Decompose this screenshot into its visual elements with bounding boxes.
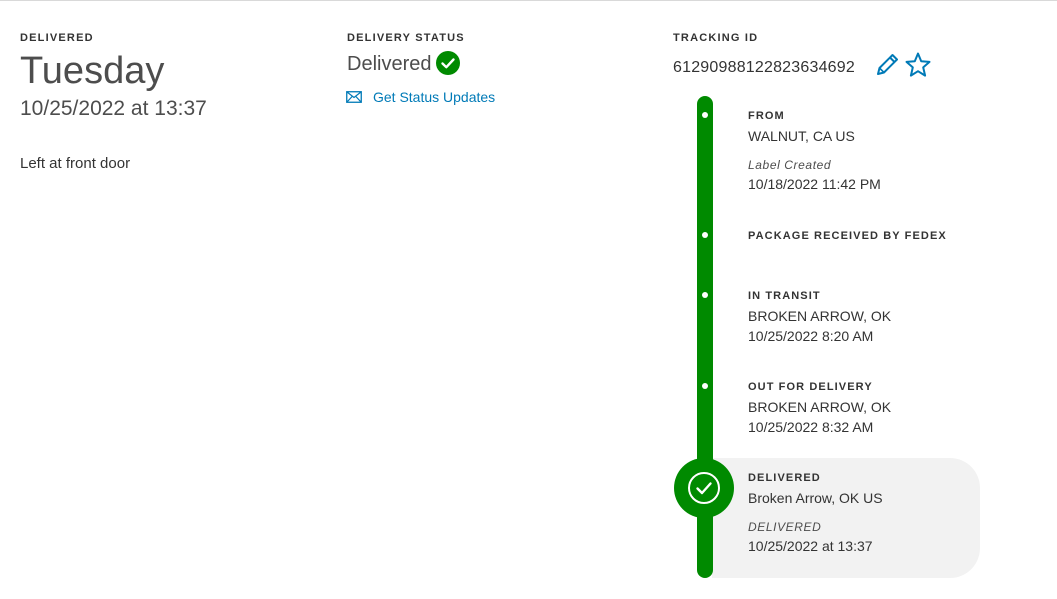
delivered-check-badge [674,458,734,518]
event-info: DELIVERED [748,520,822,534]
top-divider [0,0,1057,1]
event-heading: PACKAGE RECEIVED BY FEDEX [748,230,947,242]
timeline-event-received: PACKAGE RECEIVED BY FEDEX [748,230,947,242]
pencil-icon[interactable] [873,51,901,79]
event-info: Label Created [748,158,832,172]
event-location: BROKEN ARROW, OK [748,308,892,324]
envelope-icon [346,91,362,103]
timeline-event-from: FROM WALNUT, CA US Label Created 10/18/2… [748,110,881,192]
timeline-event-in-transit: IN TRANSIT BROKEN ARROW, OK 10/25/2022 8… [748,290,891,344]
event-location: WALNUT, CA US [748,128,855,144]
star-icon[interactable] [904,51,932,79]
timeline-dot [702,292,708,298]
delivery-status-label: DELIVERY STATUS [347,32,465,44]
event-time: 10/25/2022 8:20 AM [748,328,874,344]
event-time: 10/25/2022 8:32 AM [748,419,874,435]
event-time: 10/25/2022 at 13:37 [748,538,873,554]
delivered-label: DELIVERED [20,32,94,44]
timeline-event-out-for-delivery: OUT FOR DELIVERY BROKEN ARROW, OK 10/25/… [748,381,891,435]
event-location: BROKEN ARROW, OK [748,399,892,415]
check-circle-icon [436,51,460,75]
delivered-day: Tuesday [20,50,165,92]
timeline-event-delivered: DELIVERED Broken Arrow, OK US DELIVERED … [748,472,883,554]
event-heading: DELIVERED [748,472,821,484]
event-heading: FROM [748,110,785,122]
timeline-dot [702,112,708,118]
event-location: Broken Arrow, OK US [748,490,883,506]
tracking-id-value: 612909881228236346​92 [673,59,855,76]
timeline-dot [702,232,708,238]
event-heading: OUT FOR DELIVERY [748,381,873,393]
get-status-updates-label: Get Status Updates [373,89,496,105]
tracking-id-label: TRACKING ID [673,32,759,44]
event-time: 10/18/2022 11:42 PM [748,176,881,192]
event-heading: IN TRANSIT [748,290,821,302]
check-circle-icon [688,472,720,504]
timeline-dot [702,383,708,389]
delivered-datetime: 10/25/2022 at 13:37 [20,97,207,120]
delivery-status-value: Delivered [347,53,432,75]
delivery-note: Left at front door [20,155,131,172]
get-status-updates-link[interactable]: Get Status Updates [346,88,495,106]
